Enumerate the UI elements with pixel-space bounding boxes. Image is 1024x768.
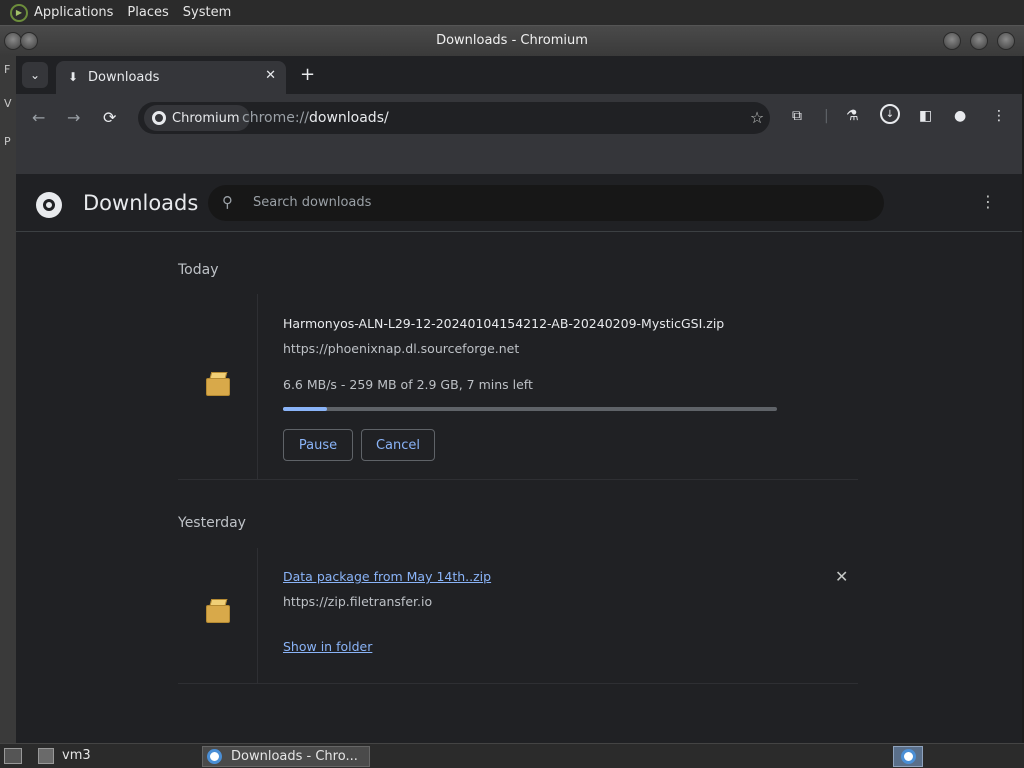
bg-window-text: F — [4, 63, 11, 76]
search-placeholder: Search downloads — [253, 195, 372, 210]
tab-search-button[interactable]: ⌄ — [22, 62, 48, 88]
cancel-button[interactable]: Cancel — [361, 429, 435, 461]
maximize-button[interactable] — [970, 32, 988, 50]
pause-button[interactable]: Pause — [283, 429, 353, 461]
download-progress-fill — [283, 407, 327, 411]
taskbar-task-chromium[interactable]: Downloads - Chro... — [202, 746, 370, 767]
site-info-chip[interactable]: Chromium — [144, 105, 250, 131]
task-label: Downloads - Chro... — [231, 749, 358, 764]
tab-strip: ⌄ ⬇ Downloads ✕ + — [16, 56, 1022, 94]
chromium-icon — [152, 111, 166, 125]
download-filename-link[interactable]: Data package from May 14th..zip — [283, 569, 491, 584]
bookmarks-bar — [16, 142, 1022, 174]
minimize-button[interactable] — [943, 32, 961, 50]
chromium-logo-icon — [36, 192, 62, 218]
downloads-page: Downloads ⚲ Search downloads ⋮ Today Har… — [16, 174, 1022, 743]
workspace-label[interactable]: vm3 — [62, 748, 91, 763]
back-arrow-icon[interactable]: ← — [32, 108, 45, 127]
distro-logo-icon[interactable]: ▶ — [10, 3, 28, 22]
page-title: Downloads — [83, 191, 199, 215]
download-progress-bar — [283, 407, 777, 411]
bookmark-star-icon[interactable]: ☆ — [744, 108, 770, 127]
bg-window-text: P — [4, 135, 11, 148]
tab-close-icon[interactable]: ✕ — [265, 68, 276, 83]
tab-label: Downloads — [88, 70, 160, 85]
tab-downloads[interactable]: ⬇ Downloads ✕ — [56, 61, 286, 94]
window-title: Downloads - Chromium — [436, 33, 588, 48]
remove-item-close-icon[interactable]: ✕ — [835, 567, 848, 586]
reload-icon[interactable]: ⟳ — [103, 108, 116, 127]
url-scheme: chrome:// — [242, 110, 309, 126]
profile-avatar-icon[interactable]: ● — [954, 108, 966, 124]
desktop: ▶ Applications Places System F V P Downl… — [0, 0, 1024, 768]
download-item: Harmonyos-ALN-L29-12-20240104154212-AB-2… — [178, 294, 858, 480]
download-source-url[interactable]: https://phoenixnap.dl.sourceforge.net — [283, 341, 519, 356]
labs-flask-icon[interactable]: ⚗ — [846, 108, 859, 124]
system-menu[interactable]: System — [183, 5, 231, 20]
places-menu[interactable]: Places — [127, 5, 168, 20]
download-filename: Harmonyos-ALN-L29-12-20240104154212-AB-2… — [283, 316, 725, 331]
chevron-down-icon: ⌄ — [29, 68, 41, 82]
background-window-edge[interactable]: F V P — [0, 25, 16, 743]
chromium-window: ⌄ ⬇ Downloads ✕ + ← → ⟳ Chromium chrome:… — [16, 56, 1022, 743]
url-path: downloads/ — [309, 110, 389, 126]
applications-menu[interactable]: Applications — [34, 5, 113, 20]
download-item: Data package from May 14th..zip https://… — [178, 548, 858, 684]
show-desktop-icon[interactable] — [4, 748, 22, 764]
site-info-label: Chromium — [172, 110, 240, 126]
side-panel-icon[interactable]: ◧ — [919, 108, 932, 124]
url-text[interactable]: chrome://downloads/ — [242, 110, 389, 126]
top-panel: ▶ Applications Places System — [0, 0, 1024, 25]
window-titlebar[interactable]: Downloads - Chromium — [0, 25, 1024, 56]
browser-menu-icon[interactable]: ⋮ — [992, 108, 1006, 124]
forward-arrow-icon[interactable]: → — [67, 108, 80, 127]
search-icon: ⚲ — [222, 193, 233, 211]
bg-window-text: V — [4, 97, 12, 110]
downloads-header: Downloads ⚲ Search downloads ⋮ — [16, 174, 1022, 232]
download-icon: ⬇ — [68, 70, 79, 84]
close-window-button[interactable] — [997, 32, 1015, 50]
tray-chromium[interactable] — [893, 746, 923, 767]
bottom-taskbar: vm3 Downloads - Chro... — [0, 743, 1024, 768]
section-label-yesterday: Yesterday — [178, 515, 246, 531]
zip-file-icon — [206, 372, 232, 398]
browser-toolbar: ← → ⟳ Chromium chrome://downloads/ ☆ ⧉ |… — [16, 94, 1022, 142]
show-in-folder-link[interactable]: Show in folder — [283, 639, 372, 654]
search-downloads-input[interactable]: ⚲ Search downloads — [208, 185, 884, 221]
download-source-url[interactable]: https://zip.filetransfer.io — [283, 594, 432, 609]
more-actions-icon[interactable]: ⋮ — [980, 192, 996, 211]
chromium-icon — [207, 749, 222, 764]
section-label-today: Today — [178, 262, 219, 278]
download-status: 6.6 MB/s - 259 MB of 2.9 GB, 7 mins left — [283, 377, 533, 392]
new-tab-button[interactable]: + — [300, 64, 315, 85]
chromium-icon — [901, 749, 916, 764]
folder-icon[interactable] — [38, 748, 54, 764]
file-icon-column — [178, 294, 258, 479]
downloads-progress-icon[interactable]: ↓ — [880, 104, 900, 124]
address-bar[interactable]: Chromium chrome://downloads/ ☆ — [138, 102, 770, 134]
toolbar-divider: | — [824, 108, 829, 124]
file-icon-column — [178, 548, 258, 683]
extensions-icon[interactable]: ⧉ — [792, 108, 802, 124]
zip-file-icon — [206, 599, 232, 625]
